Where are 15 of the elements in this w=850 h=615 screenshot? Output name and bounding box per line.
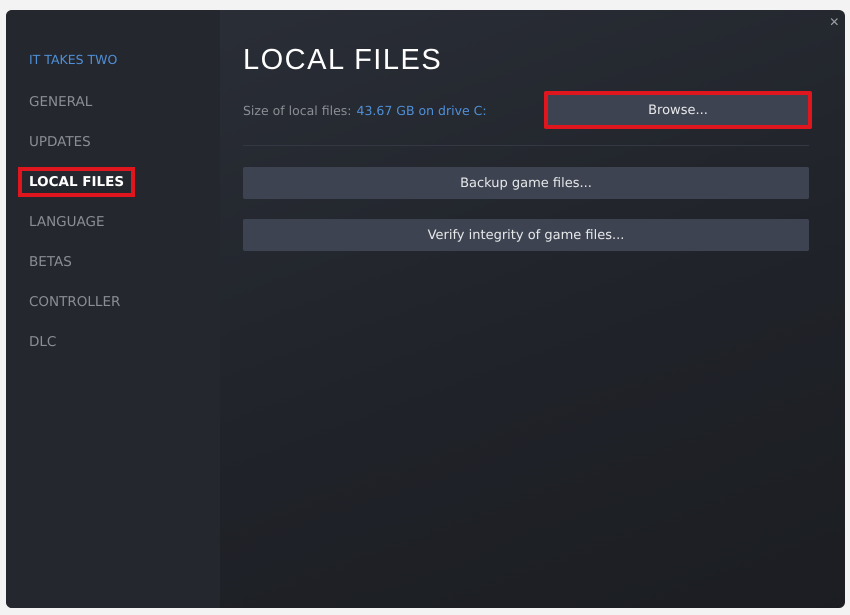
sidebar-item[interactable]: BETAS xyxy=(18,247,83,277)
sidebar-item[interactable]: GENERAL xyxy=(18,87,104,117)
close-button[interactable]: × xyxy=(830,14,839,32)
size-label: Size of local files: xyxy=(243,102,352,118)
size-value: 43.67 GB on drive C: xyxy=(356,102,487,118)
sidebar-item[interactable]: CONTROLLER xyxy=(18,287,132,317)
sidebar-item[interactable]: LANGUAGE xyxy=(18,207,116,237)
page-heading: LOCAL FILES xyxy=(243,44,444,77)
sidebar-item[interactable]: UPDATES xyxy=(18,127,102,157)
browse-button[interactable]: Browse... xyxy=(544,91,812,129)
sidebar-item[interactable]: DLC xyxy=(18,327,68,357)
sidebar-item[interactable]: LOCAL FILES xyxy=(18,167,136,197)
action-button[interactable]: Verify integrity of game files... xyxy=(243,219,809,251)
game-title: IT TAKES TWO xyxy=(29,52,118,67)
action-button[interactable]: Backup game files... xyxy=(243,167,809,199)
